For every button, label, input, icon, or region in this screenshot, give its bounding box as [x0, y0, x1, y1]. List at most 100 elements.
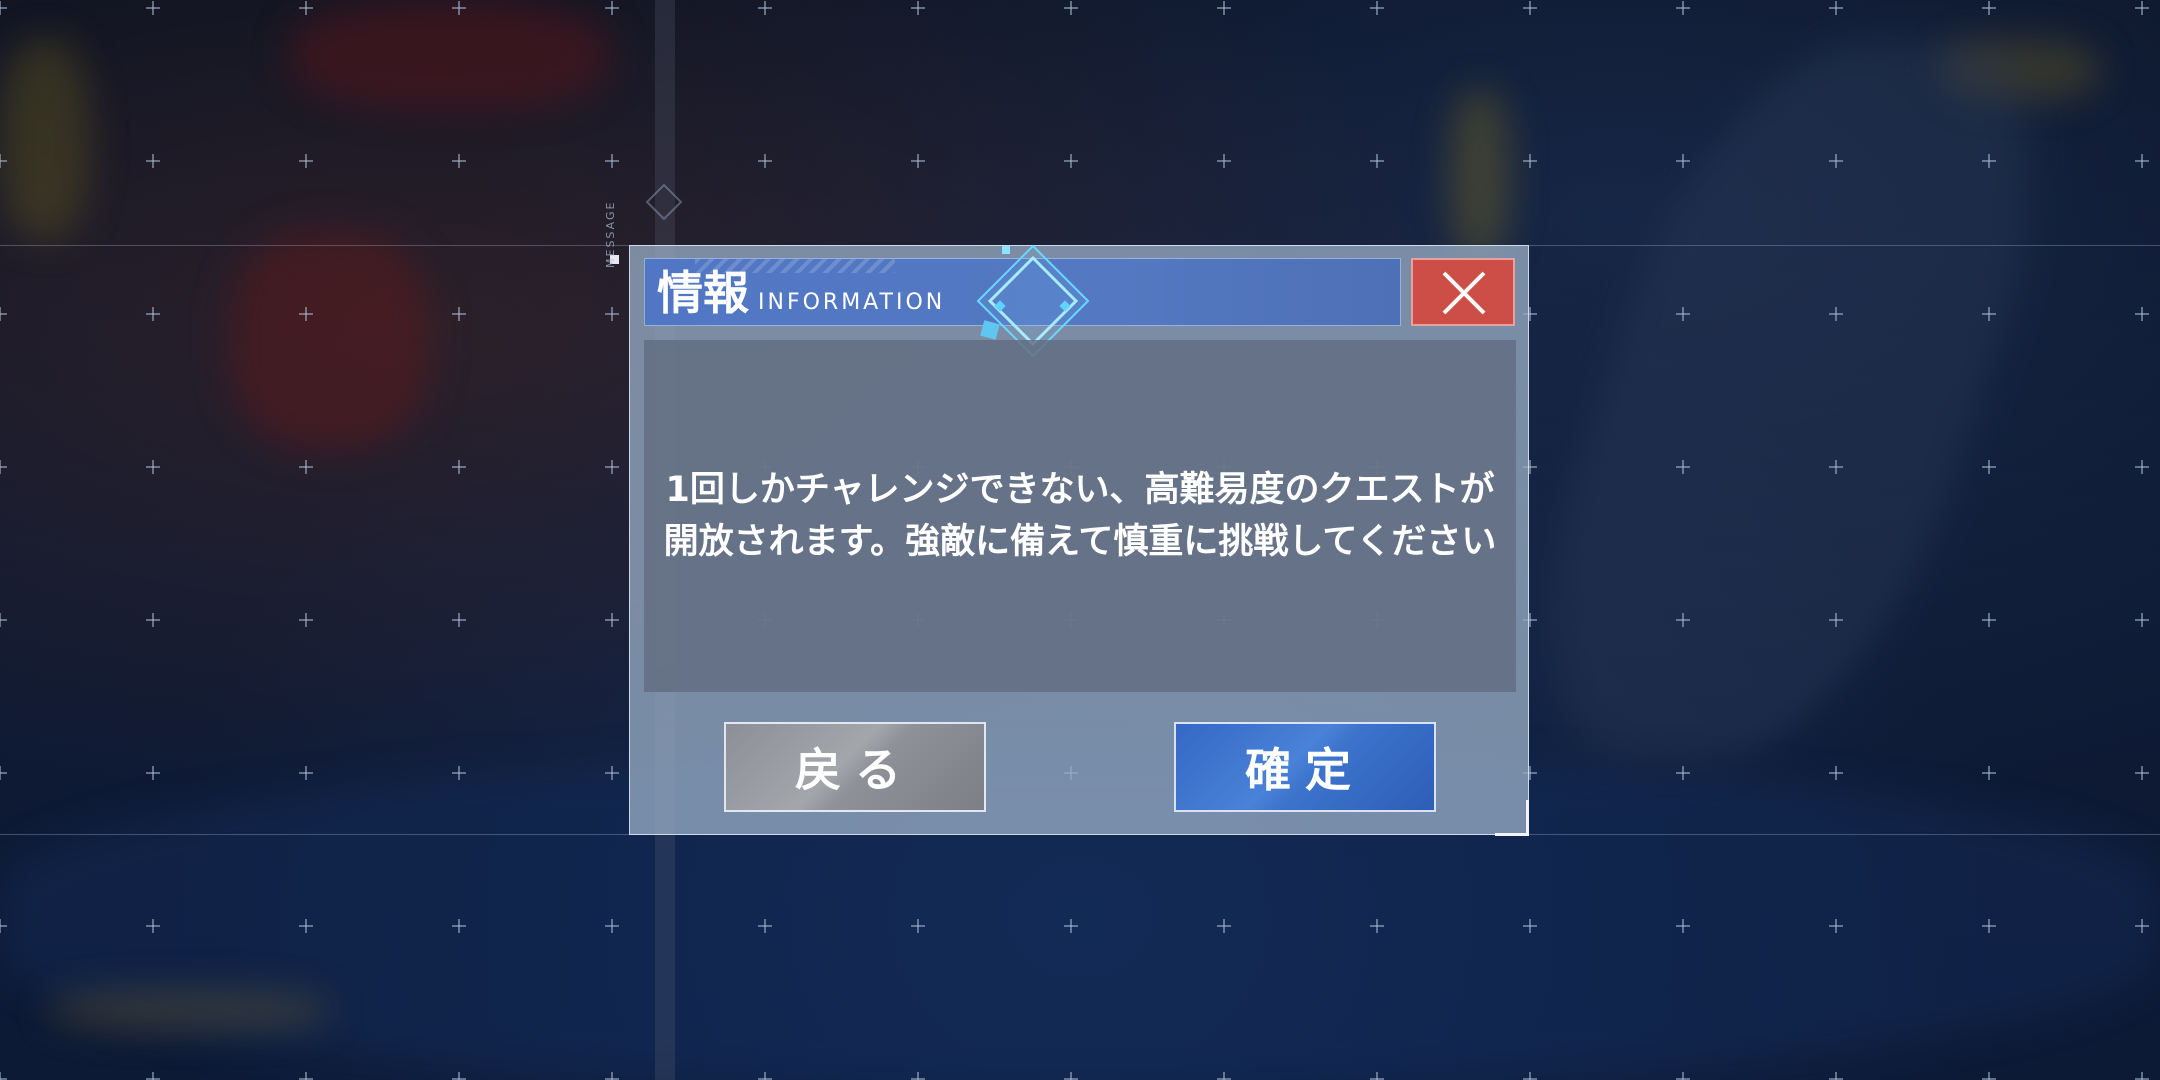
grid-plus-marker — [146, 613, 160, 627]
grid-plus-marker — [146, 919, 160, 933]
grid-plus-marker — [1523, 1072, 1537, 1080]
dialog-title-sub: INFORMATION — [758, 290, 946, 315]
grid-plus-marker — [452, 1, 466, 15]
confirm-button-label: 確定 — [1245, 743, 1365, 797]
grid-plus-marker — [452, 307, 466, 321]
grid-plus-marker — [1217, 1, 1231, 15]
grid-plus-marker — [1829, 919, 1843, 933]
grid-plus-marker — [2135, 919, 2149, 933]
grid-plus-marker — [1370, 1072, 1384, 1080]
grid-plus-marker — [2135, 154, 2149, 168]
grid-plus-marker — [758, 1, 772, 15]
grid-plus-marker — [452, 154, 466, 168]
grid-plus-marker — [1982, 613, 1996, 627]
grid-plus-marker — [605, 154, 619, 168]
message-line: 開放されます。強敵に備えて慎重に挑戦してください — [663, 522, 1497, 562]
message-line: 1回しかチャレンジできない、高難易度のクエストが — [665, 470, 1495, 510]
grid-plus-marker — [1982, 460, 1996, 474]
grid-plus-marker — [911, 154, 925, 168]
grid-plus-marker — [605, 766, 619, 780]
grid-plus-marker — [1982, 1072, 1996, 1080]
confirm-button[interactable]: 確定 — [1174, 722, 1436, 812]
grid-plus-marker — [2135, 1, 2149, 15]
grid-plus-marker — [0, 1072, 7, 1080]
grid-plus-marker — [0, 613, 7, 627]
grid-plus-marker — [1829, 460, 1843, 474]
grid-plus-marker — [2135, 766, 2149, 780]
message-panel: 1回しかチャレンジできない、高難易度のクエストが 開放されます。強敵に備えて慎重… — [644, 340, 1516, 692]
grid-plus-marker — [1064, 919, 1078, 933]
grid-plus-marker — [299, 613, 313, 627]
grid-plus-marker — [0, 766, 7, 780]
grid-plus-marker — [0, 460, 7, 474]
grid-plus-marker — [1676, 1, 1690, 15]
grid-plus-marker — [758, 154, 772, 168]
grid-plus-marker — [2135, 307, 2149, 321]
grid-plus-marker — [1676, 307, 1690, 321]
grid-plus-marker — [146, 1072, 160, 1080]
grid-plus-marker — [1064, 1072, 1078, 1080]
grid-plus-marker — [1064, 154, 1078, 168]
side-label: MESSAGE — [604, 200, 617, 268]
grid-plus-marker — [452, 460, 466, 474]
grid-plus-marker — [1370, 919, 1384, 933]
grid-plus-marker — [1370, 1, 1384, 15]
grid-plus-marker — [1829, 1, 1843, 15]
grid-plus-marker — [2135, 460, 2149, 474]
close-x-icon — [1442, 271, 1486, 315]
grid-plus-marker — [1217, 154, 1231, 168]
grid-plus-marker — [452, 766, 466, 780]
back-button-label: 戻る — [795, 743, 915, 797]
grid-plus-marker — [299, 766, 313, 780]
grid-plus-marker — [1829, 307, 1843, 321]
back-button[interactable]: 戻る — [724, 722, 986, 812]
grid-plus-marker — [299, 919, 313, 933]
close-button[interactable] — [1411, 258, 1515, 326]
grid-plus-marker — [299, 154, 313, 168]
grid-plus-marker — [1676, 766, 1690, 780]
dialog-title: 情報 — [657, 266, 749, 320]
grid-plus-marker — [1217, 1072, 1231, 1080]
grid-plus-marker — [452, 919, 466, 933]
grid-plus-marker — [0, 1, 7, 15]
grid-plus-marker — [146, 154, 160, 168]
grid-plus-marker — [1370, 154, 1384, 168]
grid-plus-marker — [0, 154, 7, 168]
grid-plus-marker — [1982, 1, 1996, 15]
grid-plus-marker — [758, 919, 772, 933]
grid-plus-marker — [146, 1, 160, 15]
grid-plus-marker — [1217, 919, 1231, 933]
grid-plus-marker — [605, 1, 619, 15]
grid-plus-marker — [1829, 1072, 1843, 1080]
grid-plus-marker — [758, 1072, 772, 1080]
grid-plus-marker — [1829, 154, 1843, 168]
grid-plus-marker — [1829, 613, 1843, 627]
grid-plus-marker — [2135, 613, 2149, 627]
grid-plus-marker — [299, 307, 313, 321]
grid-plus-marker — [1523, 1, 1537, 15]
grid-plus-marker — [1676, 613, 1690, 627]
grid-plus-marker — [1982, 919, 1996, 933]
grid-plus-marker — [911, 1, 925, 15]
grid-plus-marker — [1982, 154, 1996, 168]
grid-plus-marker — [605, 460, 619, 474]
grid-plus-marker — [605, 613, 619, 627]
grid-plus-marker — [1982, 307, 1996, 321]
grid-plus-marker — [452, 1072, 466, 1080]
grid-plus-marker — [1676, 154, 1690, 168]
grid-plus-marker — [1982, 766, 1996, 780]
grid-plus-marker — [605, 1072, 619, 1080]
grid-plus-marker — [1523, 919, 1537, 933]
grid-plus-marker — [911, 919, 925, 933]
grid-plus-marker — [299, 1, 313, 15]
grid-plus-marker — [1676, 460, 1690, 474]
grid-plus-marker — [0, 307, 7, 321]
grid-plus-marker — [146, 460, 160, 474]
grid-plus-marker — [1523, 154, 1537, 168]
grid-plus-marker — [911, 1072, 925, 1080]
corner-bracket — [1495, 800, 1529, 836]
grid-plus-marker — [1829, 766, 1843, 780]
game-screen: MESSAGE 情報 INFORMATION 1回しかチャレンジできない、高難易… — [0, 0, 2160, 1080]
grid-plus-marker — [2135, 1072, 2149, 1080]
grid-plus-marker — [299, 1072, 313, 1080]
